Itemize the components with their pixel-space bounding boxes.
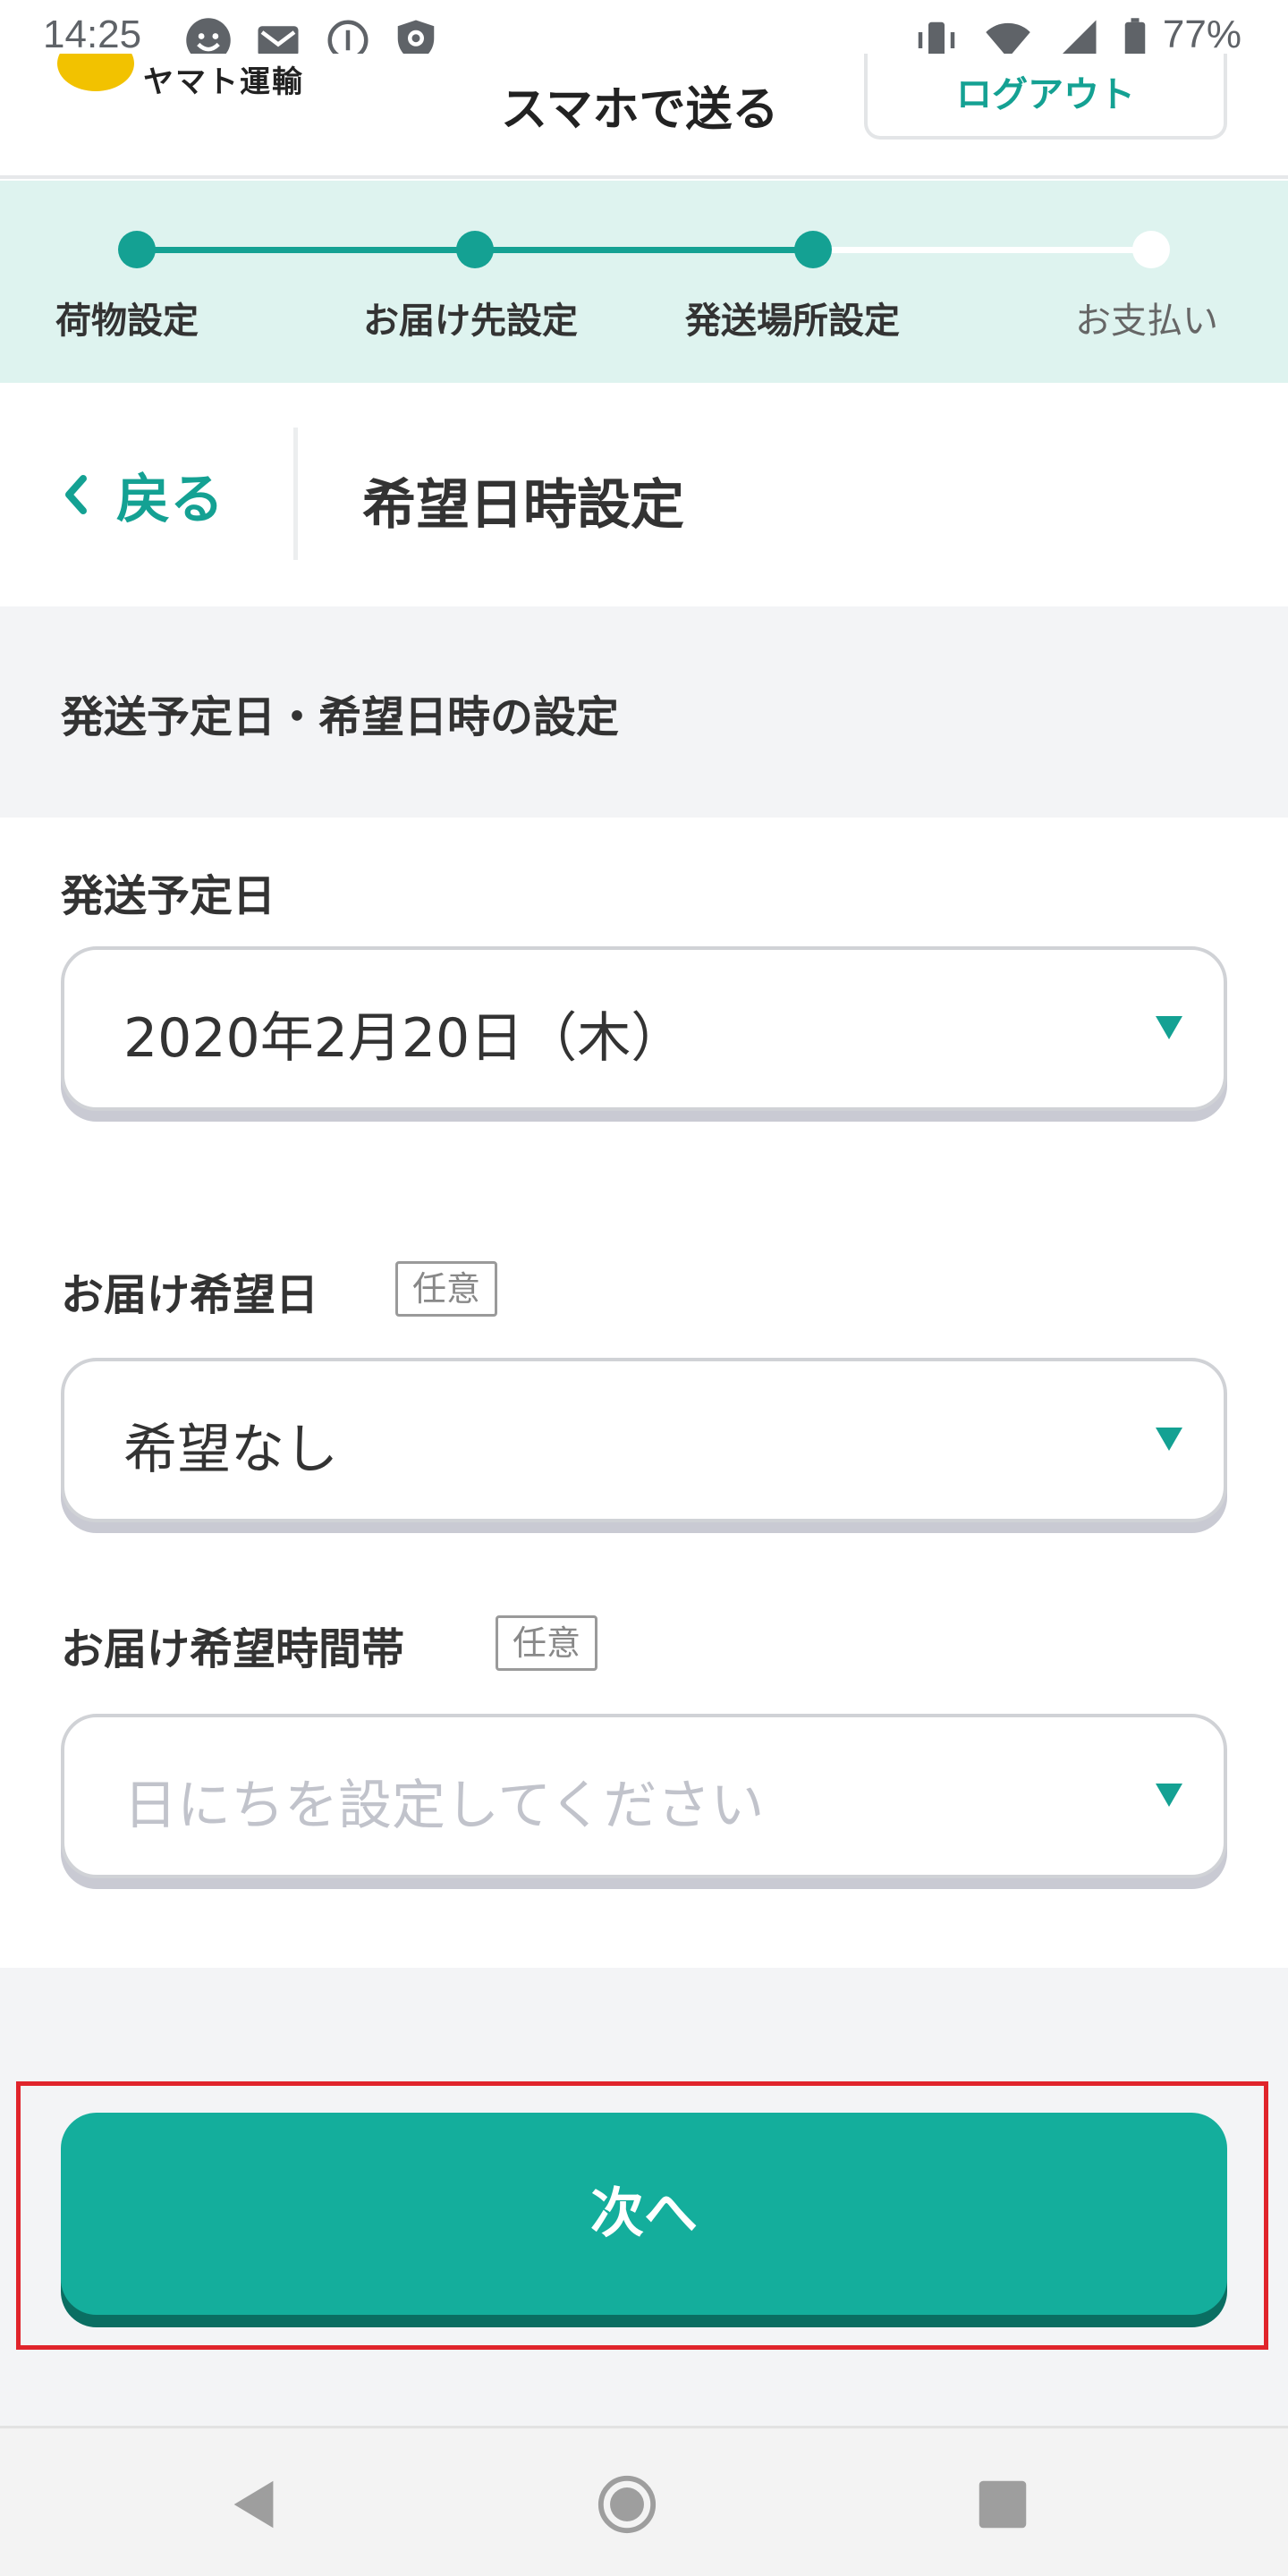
system-nav-bar	[0, 2426, 1288, 2576]
recents-nav-icon[interactable]	[971, 2473, 1034, 2536]
yamato-logo-icon	[57, 54, 134, 91]
dropdown-arrow-icon	[1156, 1428, 1182, 1451]
dropdown-arrow-icon	[1156, 1016, 1182, 1039]
step-label-payment: お支払い	[1075, 301, 1218, 342]
ship-date-label: 発送予定日	[61, 871, 276, 921]
app-header: ヤマト運輸 スマホで送る ログアウト	[0, 54, 1288, 179]
step-label-destination: お届け先設定	[363, 301, 578, 342]
step-connector	[137, 247, 475, 253]
delivery-time-select[interactable]: 日にちを設定してください	[61, 1714, 1227, 1878]
dropdown-arrow-icon	[1156, 1784, 1182, 1807]
ship-date-select[interactable]: 2020年2月20日（木）	[61, 946, 1227, 1111]
step-label-location: 発送場所設定	[685, 301, 900, 342]
delivery-date-value: 希望なし	[123, 1419, 338, 1481]
title-row: 戻る 希望日時設定	[0, 383, 1288, 606]
section-heading: 発送予定日・希望日時の設定	[61, 692, 620, 742]
ship-date-value: 2020年2月20日（木）	[123, 1007, 685, 1070]
optional-badge: 任意	[395, 1261, 498, 1317]
logo-text: ヤマト運輸	[143, 64, 304, 100]
optional-badge: 任意	[496, 1615, 598, 1671]
progress-stepper: 荷物設定 お届け先設定 発送場所設定 お支払い	[0, 181, 1288, 383]
delivery-date-label: お届け希望日	[61, 1270, 319, 1320]
step-label-package: 荷物設定	[55, 301, 199, 342]
delivery-time-placeholder: 日にちを設定してください	[123, 1775, 765, 1837]
divider	[293, 428, 298, 560]
chevron-left-icon	[65, 475, 87, 514]
section-header: 発送予定日・希望日時の設定	[0, 606, 1288, 818]
step-dot-pending	[1132, 231, 1170, 268]
battery-percent: 77%	[1162, 13, 1241, 56]
step-dot-done	[118, 231, 156, 268]
back-label: 戻る	[116, 468, 224, 531]
step-dot-done	[456, 231, 494, 268]
logout-button[interactable]: ログアウト	[864, 54, 1227, 140]
next-button[interactable]: 次へ	[61, 2113, 1227, 2315]
datetime-form: 発送予定日 2020年2月20日（木） お届け希望日 任意 希望なし お届け希望…	[0, 818, 1288, 1968]
step-connector	[475, 247, 813, 253]
footer-area: 次へ	[0, 1968, 1288, 2426]
app-title: スマホで送る	[501, 83, 779, 137]
page-title: 希望日時設定	[362, 474, 684, 537]
back-button[interactable]: 戻る	[54, 463, 224, 531]
home-nav-icon[interactable]	[596, 2473, 658, 2536]
delivery-date-select[interactable]: 希望なし	[61, 1358, 1227, 1522]
step-dot-current	[794, 231, 832, 268]
status-time: 14:25	[43, 13, 142, 56]
back-nav-icon[interactable]	[224, 2473, 286, 2536]
delivery-time-label: お届け希望時間帯	[61, 1624, 405, 1674]
step-connector	[813, 247, 1151, 253]
